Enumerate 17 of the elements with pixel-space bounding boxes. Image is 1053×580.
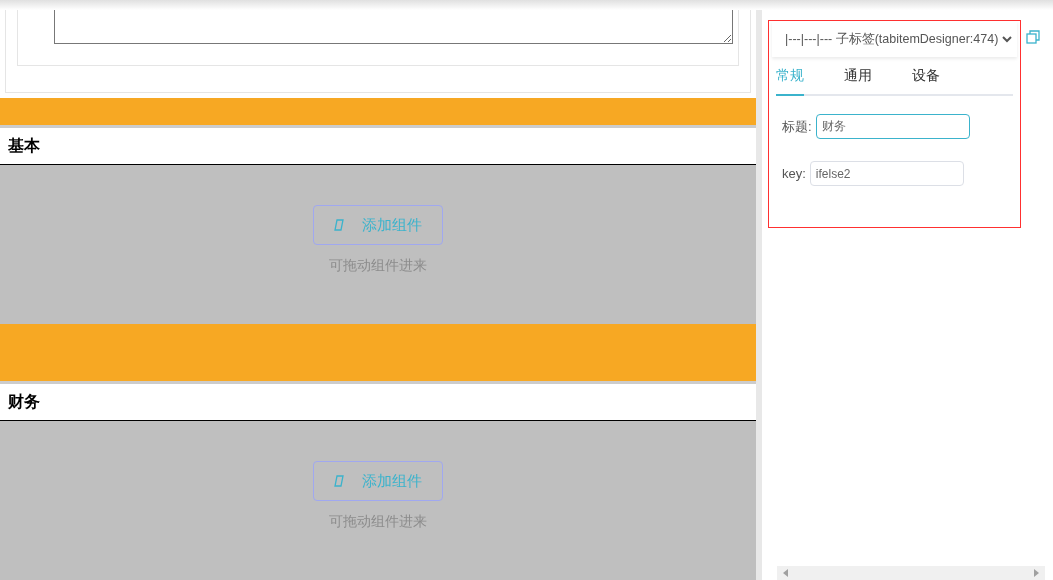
left-arrow-icon[interactable]	[783, 569, 788, 577]
tab[interactable]: 通用	[844, 65, 872, 94]
section-title: 基本	[8, 136, 40, 156]
section-title: 财务	[8, 392, 40, 412]
text-area[interactable]	[54, 10, 733, 44]
right-arrow-icon[interactable]	[1034, 569, 1039, 577]
field-label: 标题:	[782, 117, 812, 136]
copy-icon[interactable]	[1026, 30, 1040, 44]
component-icon	[334, 219, 344, 231]
component-selector[interactable]: |---|---|--- 子标签(tabitemDesigner:474)	[772, 29, 1017, 49]
field-label: key:	[782, 164, 806, 183]
chevron-down-icon	[1002, 35, 1012, 43]
text-field[interactable]: 财务	[815, 114, 970, 139]
component-icon	[334, 475, 344, 487]
tab[interactable]: 设备	[912, 65, 940, 94]
text-field[interactable]: ifelse2	[809, 161, 964, 186]
horizontal-scrollbar[interactable]	[777, 566, 1045, 580]
